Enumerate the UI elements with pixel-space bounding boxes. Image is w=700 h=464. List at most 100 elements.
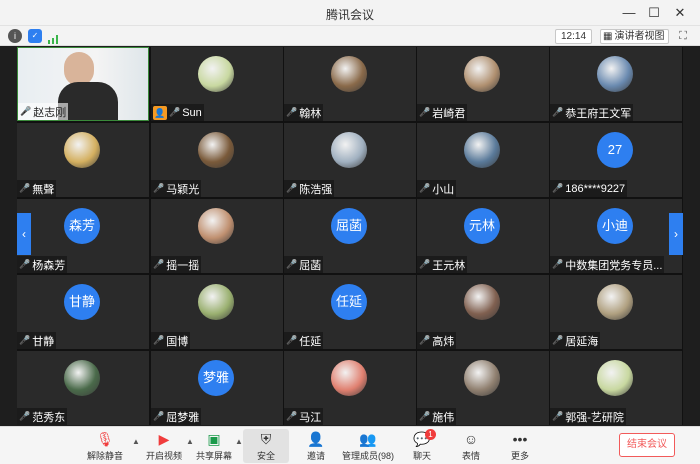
title-bar: 腾讯会议 — ☐ ✕ [0,0,700,26]
start-video-button[interactable]: ▶ 开启视频 [139,429,189,463]
microphone-muted-icon: 🎤 [419,411,431,421]
profile-photo [597,56,633,92]
participant-tile[interactable]: 🎤 陈浩强 [284,123,416,197]
participant-name: 甘静 [32,335,55,348]
members-icon: 👥 [359,431,377,447]
signal-icon[interactable] [48,31,60,44]
participant-tile[interactable]: 森芳 🎤 杨森芳 [17,199,149,273]
participant-tile[interactable]: 🎤 郭强-艺研院 [550,351,682,425]
shield-icon[interactable]: ✓ [28,29,42,43]
participant-tile[interactable]: 🎤 無聲 [17,123,149,197]
text-avatar: 甘静 [64,284,100,320]
profile-photo [597,284,633,320]
minimize-icon[interactable]: — [618,3,640,23]
participant-name: 岩崎君 [432,107,466,120]
profile-photo [331,360,367,396]
participant-tile[interactable]: 元林 🎤 王元林 [417,199,549,273]
participant-tile[interactable]: 27 🎤 186****9227 [550,123,682,197]
participant-tile[interactable]: 🎤 恭王府王文军 [550,47,682,121]
chat-unread-badge: 1 [425,429,436,440]
add-person-icon: 👤 [307,431,325,447]
participant-tile[interactable]: 🎤 翰林 [284,47,416,121]
speaker-view-button[interactable]: ▦ 演讲者视图 [600,29,670,44]
more-button[interactable]: ••• 更多 [495,429,545,463]
microphone-muted-icon: 🎤 [19,259,31,269]
profile-photo [331,132,367,168]
next-page-arrow-icon[interactable]: › [669,213,683,255]
participant-name-label: 🎤 甘静 [17,332,57,349]
microphone-muted-icon: 🎤 [552,335,564,345]
text-avatar: 27 [597,132,633,168]
invite-button[interactable]: 👤 邀请 [291,429,341,463]
participant-name-label: 🎤 翰林 [284,104,324,121]
participant-tile[interactable]: 👤 🎤 Sun [151,47,283,121]
participant-tile[interactable]: 🎤 居延海 [550,275,682,349]
more-label: 更多 [510,451,529,461]
microphone-muted-icon: 🎤 [552,411,564,421]
participant-tile[interactable]: 梦雅 🎤 屈梦雅 [151,351,283,425]
participant-tile[interactable]: 任延 🎤 任延 [284,275,416,349]
participant-tile[interactable]: 🎤 摇一摇 [151,199,283,273]
info-icon[interactable]: i [8,29,22,43]
share-screen-label: 共享屏幕 [195,451,232,461]
share-screen-button[interactable]: ▣ 共享屏幕 [189,429,239,463]
participant-name: 马江 [299,411,322,424]
unmute-label: 解除静音 [86,451,123,461]
text-avatar: 屈菡 [331,208,367,244]
microphone-muted-icon: 🎤 [153,183,165,193]
profile-photo [198,56,234,92]
end-meeting-button[interactable]: 结束会议 [619,433,675,457]
fullscreen-icon[interactable]: ⛶ [676,29,690,43]
participant-name: Sun [182,106,202,119]
participant-tile[interactable]: 小迪 🎤 中数集团党务专员... [550,199,682,273]
participant-tile[interactable]: 🎤 岩崎君 [417,47,549,121]
prev-page-arrow-icon[interactable]: ‹ [17,213,31,255]
participant-name-label: 🎤 岩崎君 [417,104,468,121]
maximize-icon[interactable]: ☐ [643,3,665,23]
chat-button[interactable]: 💬 1 聊天 [397,429,447,463]
profile-photo [597,360,633,396]
participant-name: 居延海 [565,335,599,348]
reactions-button[interactable]: ☺ 表情 [446,429,496,463]
close-icon[interactable]: ✕ [669,3,691,23]
security-button[interactable]: ⛨ 安全 [243,429,289,463]
microphone-muted-icon: 🎤 [169,107,181,117]
participant-tile[interactable]: 🎤 施伟 [417,351,549,425]
share-options-caret-icon[interactable]: ▲ [235,437,243,446]
participant-name: 186****9227 [565,182,626,195]
invite-label: 邀请 [306,451,325,461]
manage-members-button[interactable]: 👥 管理成员(98) [340,429,396,463]
microphone-muted-icon: 🎤 [286,335,298,345]
text-avatar: 元林 [464,208,500,244]
profile-photo [198,284,234,320]
participant-name: 范秀东 [32,411,66,424]
text-avatar: 梦雅 [198,360,234,396]
participant-tile[interactable]: 🎤 马江 [284,351,416,425]
manage-members-label: 管理成员(98) [341,451,394,461]
microphone-muted-icon: 🎤 [19,183,31,193]
text-avatar: 任延 [331,284,367,320]
meeting-toolbar: 🎙 解除静音 ▲ ▶ 开启视频 ▲ ▣ 共享屏幕 ▲ ⛨ 安全 👤 邀请 👥 管… [0,426,700,464]
host-user-icon: 👤 [153,105,167,120]
participant-tile[interactable]: 🎤 范秀东 [17,351,149,425]
participant-tile[interactable]: 🎤 小山 [417,123,549,197]
profile-photo [464,56,500,92]
participant-name-label: 🎤 国博 [151,332,191,349]
participant-tile[interactable]: 🎤 赵志刚 [17,47,149,121]
participant-tile[interactable]: 🎤 国博 [151,275,283,349]
participant-tile[interactable]: 🎤 马颖光 [151,123,283,197]
unmute-button[interactable]: 🎙 解除静音 [80,429,130,463]
text-avatar: 小迪 [597,208,633,244]
participant-grid: 🎤 赵志刚 👤 🎤 Sun 🎤 翰林 🎤 岩崎君 🎤 恭王府王文军 🎤 無聲 🎤 马颖光 🎤 陈浩强 🎤 小山 27 🎤… [17,47,683,425]
participant-tile[interactable]: 屈菡 🎤 屈菡 [284,199,416,273]
participant-name: 马颖光 [166,183,200,196]
security-label: 安全 [256,451,275,461]
participant-name: 郭强-艺研院 [565,411,624,424]
participant-name: 施伟 [432,411,455,424]
participant-name-label: 🎤 王元林 [417,256,468,273]
microphone-muted-icon: 🎤 [419,183,431,193]
microphone-muted-icon: 🎤 [419,335,431,345]
profile-photo [331,56,367,92]
participant-tile[interactable]: 甘静 🎤 甘静 [17,275,149,349]
participant-tile[interactable]: 🎤 高炜 [417,275,549,349]
